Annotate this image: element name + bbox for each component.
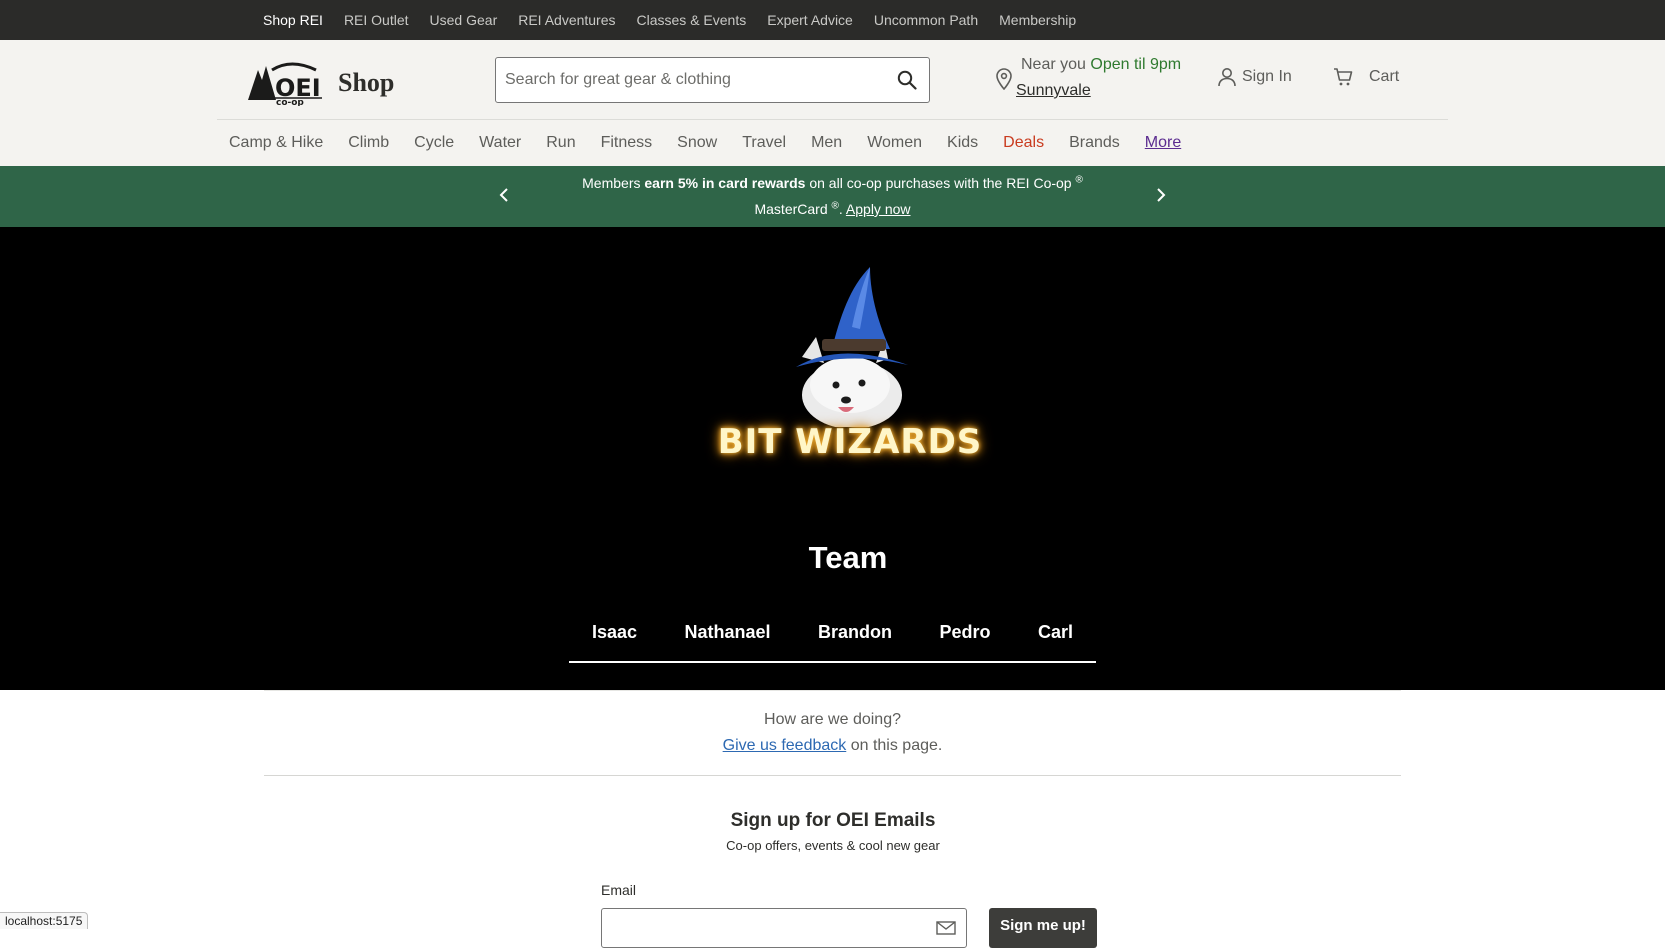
header-divider [217,119,1448,120]
category-men[interactable]: Men [811,134,842,152]
promo-period: . [838,201,846,217]
category-water[interactable]: Water [479,134,521,152]
utility-nav: Shop REI REI Outlet Used Gear REI Advent… [263,0,1097,40]
promo-line2: MasterCard [754,201,828,217]
team-member-tabs: Isaac Nathanael Brandon Pedro Carl [569,622,1096,663]
shop-heading[interactable]: Shop [338,68,394,98]
chevron-left-icon[interactable] [497,185,511,205]
cart-link[interactable]: Cart [1333,67,1399,87]
category-run[interactable]: Run [546,134,575,152]
email-field[interactable] [601,908,967,948]
category-travel[interactable]: Travel [742,134,786,152]
utility-link-rei-adventures[interactable]: REI Adventures [518,12,615,28]
store-hours: Open til 9pm [1090,56,1182,73]
mail-icon [936,921,956,935]
category-deals[interactable]: Deals [1003,134,1044,152]
search-icon[interactable] [897,70,917,90]
give-feedback-link[interactable]: Give us feedback [723,737,847,754]
promo-middle: on all co-op purchases with the REI Co-o… [805,175,1072,191]
email-signup-heading: Sign up for OEI Emails [730,810,936,831]
utility-link-shop-rei[interactable]: Shop REI [263,12,323,28]
team-hero: BIT WIZARDS Team Isaac Nathanael Brandon… [0,227,1665,690]
category-brands[interactable]: Brands [1069,134,1120,152]
feedback-question: How are we doing? [764,711,901,728]
sign-in-label: Sign In [1242,68,1292,85]
email-label: Email [601,882,637,898]
promo-text: Members earn 5% in card rewards on all c… [560,170,1105,222]
search-box [495,57,930,103]
wizard-dog-mascot-image [796,267,908,427]
category-women[interactable]: Women [867,134,922,152]
location-pin-icon [996,68,1012,90]
category-climb[interactable]: Climb [348,134,389,152]
utility-link-used-gear[interactable]: Used Gear [430,12,498,28]
utility-link-classes-events[interactable]: Classes & Events [637,12,747,28]
category-fitness[interactable]: Fitness [601,134,653,152]
cart-icon [1334,68,1353,86]
site-header: OEI co-op Shop Near you Open til 9pm Sun… [0,40,1665,166]
email-signup-subtitle: Co-op offers, events & cool new gear [726,838,940,853]
sign-in-link[interactable]: Sign In [1217,67,1292,87]
category-snow[interactable]: Snow [677,134,717,152]
team-tab-isaac[interactable]: Isaac [592,622,637,661]
promo-registered-mark-2: ® [831,200,839,212]
feedback-suffix: on this page. [846,737,943,754]
category-camp-hike[interactable]: Camp & Hike [229,134,323,152]
user-icon [1218,68,1236,87]
category-more[interactable]: More [1145,134,1181,152]
store-city-link[interactable]: Sunnyvale [1016,82,1091,100]
utility-link-rei-outlet[interactable]: REI Outlet [344,12,409,28]
category-nav: Camp & Hike Climb Cycle Water Run Fitnes… [229,134,1206,152]
near-you-label: Near you [1021,56,1086,73]
apply-now-link[interactable]: Apply now [846,201,911,217]
team-tab-nathanael[interactable]: Nathanael [685,622,771,661]
feedback-line: Give us feedback on this page. [264,737,1401,755]
utility-link-membership[interactable]: Membership [999,12,1076,28]
team-brand-title: BIT WIZARDS [717,422,983,462]
svg-text:co-op: co-op [276,98,304,106]
utility-link-expert-advice[interactable]: Expert Advice [767,12,853,28]
store-near-text: Near you Open til 9pm [1021,56,1181,74]
utility-link-uncommon-path[interactable]: Uncommon Path [874,12,978,28]
sign-me-up-button[interactable]: Sign me up! [989,908,1097,948]
team-tab-pedro[interactable]: Pedro [939,622,990,661]
logo-mark-icon: OEI co-op [248,62,322,108]
promo-prefix: Members [582,175,645,191]
team-heading: Team [808,540,888,575]
promo-registered-mark: ® [1075,174,1083,186]
feedback-section: How are we doing? Give us feedback on th… [264,690,1401,776]
utility-bar: Shop REI REI Outlet Used Gear REI Advent… [0,0,1665,40]
promo-highlight: earn 5% in card rewards [644,175,806,191]
search-input[interactable] [505,68,875,92]
site-logo[interactable]: OEI co-op [246,56,326,108]
chevron-right-icon[interactable] [1154,185,1168,205]
category-kids[interactable]: Kids [947,134,978,152]
category-cycle[interactable]: Cycle [414,134,454,152]
cart-label: Cart [1369,68,1400,85]
team-tab-brandon[interactable]: Brandon [818,622,892,661]
browser-status-url: localhost:5175 [0,912,89,929]
promo-banner: Members earn 5% in card rewards on all c… [0,166,1665,227]
team-tab-carl[interactable]: Carl [1038,622,1073,661]
